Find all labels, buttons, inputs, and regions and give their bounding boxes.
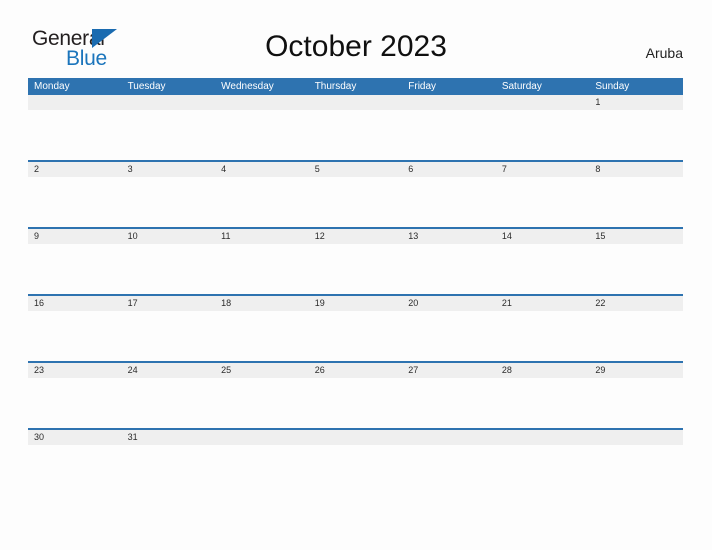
week-row: 2 3 4 5 6 7 8 xyxy=(28,162,683,229)
week-date-strip: 30 31 xyxy=(28,430,683,445)
week-row: 1 xyxy=(28,95,683,162)
weekday-header-wednesday: Wednesday xyxy=(221,81,274,92)
day-cell[interactable]: 20 xyxy=(402,296,496,311)
day-cell[interactable]: 21 xyxy=(496,296,590,311)
day-cell[interactable]: 23 xyxy=(28,363,122,378)
week-event-area[interactable] xyxy=(28,445,683,495)
weekday-header-thursday: Thursday xyxy=(314,81,357,92)
day-cell[interactable]: 28 xyxy=(496,363,590,378)
week-date-strip: 9 10 11 12 13 14 15 xyxy=(28,229,683,244)
day-cell[interactable]: 26 xyxy=(309,363,403,378)
day-cell[interactable]: 2 xyxy=(28,162,122,177)
day-cell[interactable]: 11 xyxy=(215,229,309,244)
day-cell[interactable]: 22 xyxy=(589,296,683,311)
week-date-strip: 16 17 18 19 20 21 22 xyxy=(28,296,683,311)
week-event-area[interactable] xyxy=(28,177,683,227)
day-cell[interactable] xyxy=(215,95,309,110)
day-cell[interactable]: 7 xyxy=(496,162,590,177)
day-cell[interactable]: 3 xyxy=(122,162,216,177)
day-cell[interactable]: 24 xyxy=(122,363,216,378)
weekday-header-monday: Monday xyxy=(34,81,70,92)
day-cell[interactable]: 25 xyxy=(215,363,309,378)
day-cell[interactable]: 17 xyxy=(122,296,216,311)
week-date-strip: 1 xyxy=(28,95,683,110)
day-cell[interactable] xyxy=(309,430,403,445)
page-header: General Blue October 2023 Aruba xyxy=(0,0,712,78)
day-cell[interactable]: 19 xyxy=(309,296,403,311)
weekday-header-row: Monday Tuesday Wednesday Thursday Friday… xyxy=(28,78,683,95)
day-cell[interactable]: 16 xyxy=(28,296,122,311)
day-cell[interactable] xyxy=(28,95,122,110)
day-cell[interactable]: 15 xyxy=(589,229,683,244)
day-cell[interactable]: 29 xyxy=(589,363,683,378)
day-cell[interactable] xyxy=(589,430,683,445)
weekday-header-tuesday: Tuesday xyxy=(127,81,166,92)
week-row: 16 17 18 19 20 21 22 xyxy=(28,296,683,363)
day-cell[interactable]: 13 xyxy=(402,229,496,244)
week-date-strip: 23 24 25 26 27 28 29 xyxy=(28,363,683,378)
day-cell[interactable]: 4 xyxy=(215,162,309,177)
day-cell[interactable]: 6 xyxy=(402,162,496,177)
day-cell[interactable]: 1 xyxy=(589,95,683,110)
weekday-header-friday: Friday xyxy=(408,81,437,92)
day-cell[interactable]: 30 xyxy=(28,430,122,445)
day-cell[interactable] xyxy=(496,430,590,445)
page-title: October 2023 xyxy=(265,30,447,63)
week-row: 30 31 xyxy=(28,430,683,497)
calendar-grid: Monday Tuesday Wednesday Thursday Friday… xyxy=(28,78,683,497)
day-cell[interactable]: 12 xyxy=(309,229,403,244)
week-row: 9 10 11 12 13 14 15 xyxy=(28,229,683,296)
day-cell[interactable]: 27 xyxy=(402,363,496,378)
week-event-area[interactable] xyxy=(28,244,683,294)
day-cell[interactable]: 5 xyxy=(309,162,403,177)
region-label: Aruba xyxy=(645,45,683,61)
day-cell[interactable]: 18 xyxy=(215,296,309,311)
day-cell[interactable]: 9 xyxy=(28,229,122,244)
day-cell[interactable]: 14 xyxy=(496,229,590,244)
day-cell[interactable]: 31 xyxy=(122,430,216,445)
day-cell[interactable]: 10 xyxy=(122,229,216,244)
week-event-area[interactable] xyxy=(28,311,683,361)
weekday-header-sunday: Sunday xyxy=(595,81,630,92)
week-event-area[interactable] xyxy=(28,110,683,160)
day-cell[interactable]: 8 xyxy=(589,162,683,177)
day-cell[interactable] xyxy=(122,95,216,110)
day-cell[interactable] xyxy=(402,430,496,445)
weekday-header-saturday: Saturday xyxy=(501,81,542,92)
day-cell[interactable] xyxy=(496,95,590,110)
week-row: 23 24 25 26 27 28 29 xyxy=(28,363,683,430)
day-cell[interactable] xyxy=(309,95,403,110)
week-date-strip: 2 3 4 5 6 7 8 xyxy=(28,162,683,177)
day-cell[interactable] xyxy=(402,95,496,110)
day-cell[interactable] xyxy=(215,430,309,445)
week-event-area[interactable] xyxy=(28,378,683,428)
